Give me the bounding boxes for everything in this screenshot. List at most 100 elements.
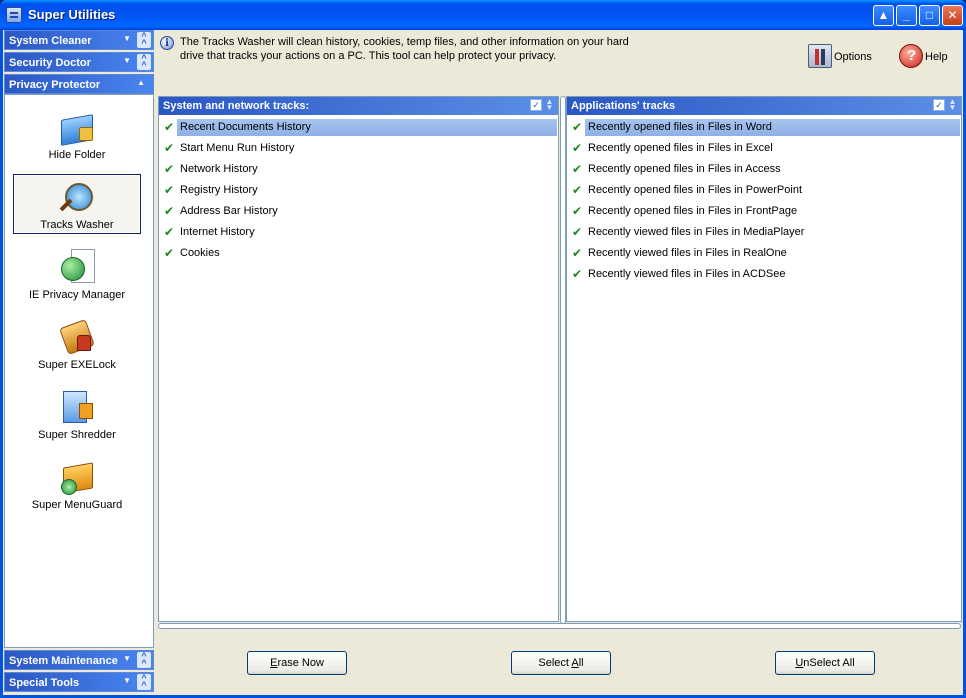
select-label-pre: Select (538, 657, 572, 669)
window-frame: System Cleaner ▼ ^ ^ Security Doctor ▼ ^ ^… (3, 30, 963, 695)
list-item[interactable]: ✔ Recently viewed files in Files in ACDSe… (567, 264, 961, 285)
list-item[interactable]: ✔ Address Bar History (159, 201, 558, 222)
list-item-label: Registry History (180, 184, 258, 196)
dropdown-arrow-icon: ▼ (123, 676, 131, 685)
help-label: Help (925, 51, 948, 63)
window-title: Super Utilities (28, 7, 116, 22)
list-item[interactable]: ✔ Start Menu Run History (159, 138, 558, 159)
list-item[interactable]: ✔ Recently opened files in Files in Acces… (567, 159, 961, 180)
list-item[interactable]: ✔ Registry History (159, 180, 558, 201)
list-item[interactable]: ✔ Cookies (159, 243, 558, 264)
list-item[interactable]: ✔ Recently viewed files in Files in Media… (567, 222, 961, 243)
close-button[interactable]: ✕ (942, 5, 963, 26)
list-item-label: Address Bar History (180, 205, 278, 217)
info-description: The Tracks Washer will clean history, co… (180, 36, 629, 62)
list-item[interactable]: ✔ Network History (159, 159, 558, 180)
ie-privacy-icon (57, 247, 97, 287)
checkmark-icon[interactable]: ✔ (164, 142, 176, 154)
tool-label: Super MenuGuard (31, 499, 123, 511)
list-item[interactable]: ✔ Recently opened files in Files in Front… (567, 201, 961, 222)
select-mnemonic: A (571, 657, 579, 669)
checkmark-icon[interactable]: ✔ (164, 184, 176, 196)
help-button[interactable]: Help (899, 44, 951, 70)
checkmark-icon[interactable]: ✔ (572, 247, 584, 259)
nav-header-label: System Maintenance (9, 655, 118, 667)
hide-folder-icon (57, 107, 97, 147)
list-item[interactable]: ✔ Recently opened files in Files in Power… (567, 180, 961, 201)
application-tracks-panel: Applications' tracks ✓ ▲ ▼ ✔ Recently open… (566, 96, 962, 622)
nav-header-label: Security Doctor (9, 57, 91, 69)
list-item-label: Start Menu Run History (180, 142, 295, 154)
list-item[interactable]: ✔ Recently viewed files in Files in RealO… (567, 243, 961, 264)
options-button[interactable]: Options (808, 44, 878, 70)
system-tracks-list: ✔ Recent Documents History ✔ Start Menu Run… (159, 117, 558, 264)
checkmark-icon[interactable]: ✔ (572, 163, 584, 175)
list-item[interactable]: ✔ Recently opened files in Files in Excel (567, 138, 961, 159)
tracks-washer-icon (57, 177, 97, 217)
sort-icon[interactable]: ▲ ▼ (544, 98, 555, 112)
checkmark-icon[interactable]: ✔ (572, 205, 584, 217)
tool-super-menuguard[interactable]: Super MenuGuard (13, 455, 141, 515)
checkmark-icon[interactable]: ✔ (164, 163, 176, 175)
checkmark-icon[interactable]: ✔ (572, 142, 584, 154)
minimize-button[interactable]: _ (896, 5, 917, 26)
checkmark-icon[interactable]: ✔ (572, 268, 584, 280)
collapse-arrow-icon: ▲ (137, 78, 145, 87)
chevron-up-icon[interactable]: ^ ^ (137, 54, 151, 70)
list-item[interactable]: ✔ Recent Documents History (159, 117, 558, 138)
nav-header-system-maintenance[interactable]: System Maintenance ▼ ^ ^ (4, 650, 154, 670)
list-item[interactable]: ✔ Internet History (159, 222, 558, 243)
tool-super-exelock[interactable]: Super EXELock (13, 315, 141, 375)
vertical-splitter[interactable] (559, 96, 566, 624)
chevron-up-icon[interactable]: ^ ^ (137, 32, 151, 48)
erase-label: rase Now (277, 657, 324, 669)
nav-header-privacy-protector[interactable]: Privacy Protector ▲ (4, 74, 154, 94)
tool-super-shredder[interactable]: Super Shredder (13, 385, 141, 445)
app-icon[interactable] (6, 7, 22, 23)
checkmark-icon[interactable]: ✔ (164, 121, 176, 133)
tool-label: Super EXELock (38, 359, 116, 371)
menuguard-icon (57, 457, 97, 497)
tool-label: Super Shredder (38, 429, 116, 441)
checkmark-icon[interactable]: ✔ (164, 205, 176, 217)
checkmark-icon[interactable]: ✔ (572, 226, 584, 238)
erase-now-button[interactable]: Erase Now (247, 651, 347, 675)
application-tracks-list: ✔ Recently opened files in Files in Word ✔… (567, 117, 961, 285)
sort-icon[interactable]: ▲ ▼ (947, 98, 958, 112)
list-item-label: Recently opened files in Files in Word (585, 119, 960, 136)
checkmark-icon[interactable]: ✔ (572, 184, 584, 196)
help-up-button[interactable]: ▲ (873, 5, 894, 26)
nav-header-system-cleaner[interactable]: System Cleaner ▼ ^ ^ (4, 30, 154, 50)
checkmark-icon[interactable]: ✔ (164, 247, 176, 259)
list-item-label: Recently opened files in Files in PowerP… (588, 184, 803, 196)
select-all-check-icon[interactable]: ✓ (530, 99, 542, 111)
maximize-button[interactable]: □ (919, 5, 940, 26)
tool-hide-folder[interactable]: Hide Folder (13, 105, 141, 165)
nav-header-special-tools[interactable]: Special Tools ▼ ^ ^ (4, 672, 154, 692)
dropdown-arrow-icon: ▼ (123, 56, 131, 65)
list-item-label: Recently opened files in Files in FrontP… (588, 205, 798, 217)
title-bar[interactable]: Super Utilities ▲ _ □ ✕ (0, 0, 966, 30)
select-all-check-icon[interactable]: ✓ (933, 99, 945, 111)
select-all-button[interactable]: Select All (511, 651, 611, 675)
checkmark-icon[interactable]: ✔ (572, 121, 584, 133)
sidebar: System Cleaner ▼ ^ ^ Security Doctor ▼ ^ ^… (3, 30, 155, 695)
panel-header: Applications' tracks ✓ ▲ ▼ (567, 97, 961, 115)
list-item-label: Recently viewed files in Files in RealOn… (588, 247, 787, 259)
list-item-label: Internet History (180, 226, 255, 238)
horizontal-splitter[interactable] (158, 623, 961, 629)
chevron-up-icon[interactable]: ^ ^ (137, 674, 151, 690)
tool-label: IE Privacy Manager (29, 289, 125, 301)
exelock-icon (57, 317, 97, 357)
tool-label: Tracks Washer (40, 219, 114, 231)
unselect-all-button[interactable]: UnSelect All (775, 651, 875, 675)
info-icon: i (160, 36, 174, 50)
chevron-up-icon[interactable]: ^ ^ (137, 652, 151, 668)
tool-tracks-washer[interactable]: Tracks Washer (13, 174, 141, 234)
list-item-label: Network History (180, 163, 258, 175)
checkmark-icon[interactable]: ✔ (164, 226, 176, 238)
tool-ie-privacy-manager[interactable]: IE Privacy Manager (13, 245, 141, 305)
shredder-icon (57, 387, 97, 427)
list-item[interactable]: ✔ Recently opened files in Files in Word (567, 117, 961, 138)
nav-header-security-doctor[interactable]: Security Doctor ▼ ^ ^ (4, 52, 154, 72)
